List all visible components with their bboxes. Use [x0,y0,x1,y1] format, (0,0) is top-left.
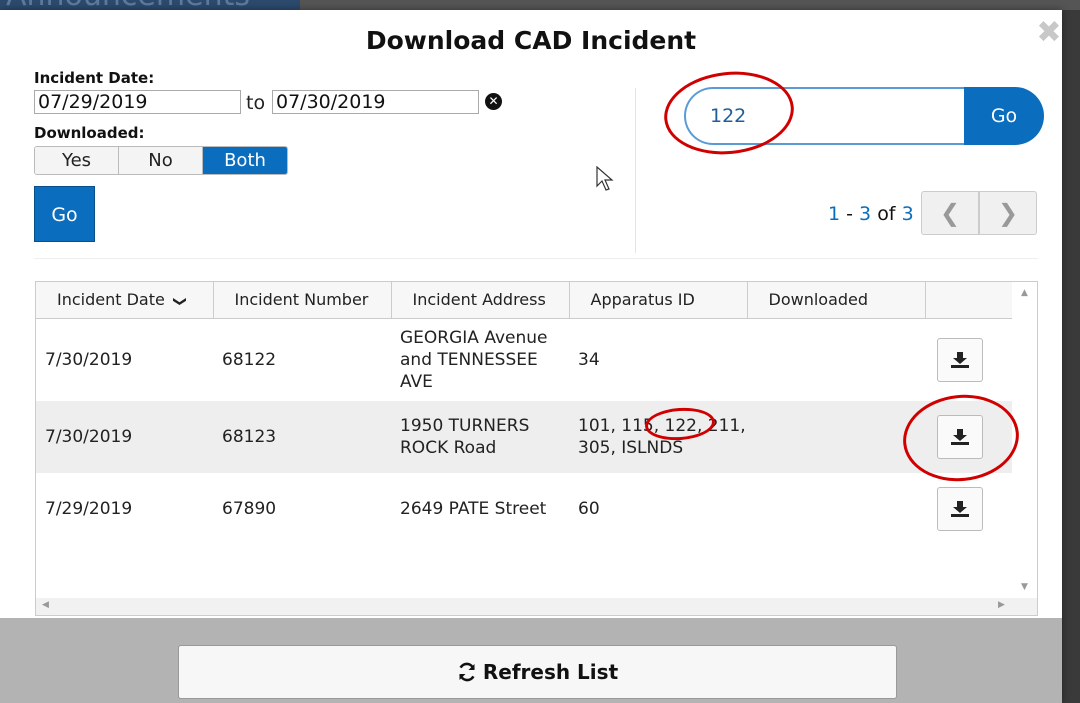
cell-incident-address: GEORGIA Avenue and TENNESSEE AVE [400,327,548,392]
table-row: 7/30/2019 68123 1950 TURNERS ROCK Road 1… [36,401,1013,473]
incident-table: Incident Date ❯ Incident Number Incident… [36,282,1013,545]
incident-date-label: Incident Date: [34,69,155,87]
cell-incident-address: 1950 TURNERS ROCK Road [391,401,569,473]
cell-actions [925,473,1013,545]
cell-actions [925,401,1013,473]
downloaded-toggle-group: Yes No Both [34,146,288,175]
cell-incident-number: 68123 [213,401,391,473]
cell-downloaded [747,401,925,473]
downloaded-yes-button[interactable]: Yes [35,147,119,174]
column-incident-number[interactable]: Incident Number [213,282,392,319]
table-row: 7/29/2019 67890 2649 PATE Street 60 [36,473,1013,545]
pager-summary: 1 - 3 of 3 [828,203,914,225]
pager-dash: - [846,203,853,225]
downloaded-both-button[interactable]: Both [203,147,287,174]
cell-incident-number: 68122 [222,349,277,370]
vertical-scrollbar[interactable]: ▲ ▼ [1012,282,1037,598]
refresh-icon [459,662,475,682]
cell-downloaded [747,473,925,545]
column-incident-address[interactable]: Incident Address [391,282,570,319]
refresh-list-button[interactable]: Refresh List [178,645,897,699]
cell-incident-number: 67890 [222,499,277,519]
search-go-button[interactable]: Go [964,87,1044,145]
horizontal-scrollbar[interactable]: ◀ ▶ [36,598,1037,615]
pager-of: of [877,203,896,225]
cell-incident-date: 7/30/2019 [45,349,133,370]
download-icon [951,429,969,445]
pager-next-button[interactable]: ❯ [979,191,1037,235]
cell-incident-address: 2649 PATE Street [400,499,547,519]
pager-end: 3 [859,203,872,225]
mouse-cursor-icon [596,165,614,196]
filter-go-button[interactable]: Go [34,186,95,242]
download-button[interactable] [937,487,983,531]
modal-title: Download CAD Incident [365,26,697,55]
download-icon [951,351,969,368]
column-downloaded[interactable]: Downloaded [747,282,926,319]
table-row: 7/30/2019 68122 GEORGIA Avenue and TENNE… [36,318,1013,401]
header-divider [34,258,1038,259]
column-actions [925,282,1013,319]
scroll-down-icon[interactable]: ▼ [1012,582,1037,592]
scroll-up-icon[interactable]: ▲ [1012,288,1037,298]
to-date-input[interactable] [272,90,479,114]
cell-incident-date: 7/30/2019 [36,401,213,473]
pager-prev-button[interactable]: ❮ [921,191,979,235]
cell-apparatus-id: 60 [578,499,600,519]
cell-apparatus-id: 101, 115, 122, 211, 305, ISLNDS [569,401,747,473]
download-button[interactable] [937,337,983,382]
refresh-list-label: Refresh List [482,660,619,684]
clear-dates-icon[interactable]: ✕ [485,93,502,110]
column-incident-date-label: Incident Date [57,290,165,310]
download-button[interactable] [937,415,983,459]
incident-table-container: Incident Date ❯ Incident Number Incident… [35,281,1038,616]
to-label: to [246,92,266,114]
downloaded-label: Downloaded: [34,124,145,142]
search-input[interactable] [684,87,966,145]
cell-apparatus-id: 34 [578,349,600,370]
download-cad-incident-modal: ✖ Download CAD Incident Incident Date: t… [0,10,1062,703]
cell-downloaded [747,318,925,401]
from-date-input[interactable] [34,90,241,114]
scroll-left-icon[interactable]: ◀ [42,600,49,610]
scroll-right-icon[interactable]: ▶ [998,600,1005,610]
table-header-row: Incident Date ❯ Incident Number Incident… [36,282,1013,319]
cell-actions [925,318,1013,401]
downloaded-no-button[interactable]: No [119,147,203,174]
background-bar [300,0,1080,10]
pager-total: 3 [901,203,914,225]
pager-start: 1 [828,203,841,225]
section-divider [635,88,636,253]
modal-footer: Refresh List [0,618,1062,703]
cell-incident-date: 7/29/2019 [45,499,133,519]
download-icon [951,501,969,517]
column-apparatus-id[interactable]: Apparatus ID [569,282,748,319]
sort-chevron-down-icon: ❯ [171,296,187,308]
column-incident-date[interactable]: Incident Date ❯ [36,282,214,319]
